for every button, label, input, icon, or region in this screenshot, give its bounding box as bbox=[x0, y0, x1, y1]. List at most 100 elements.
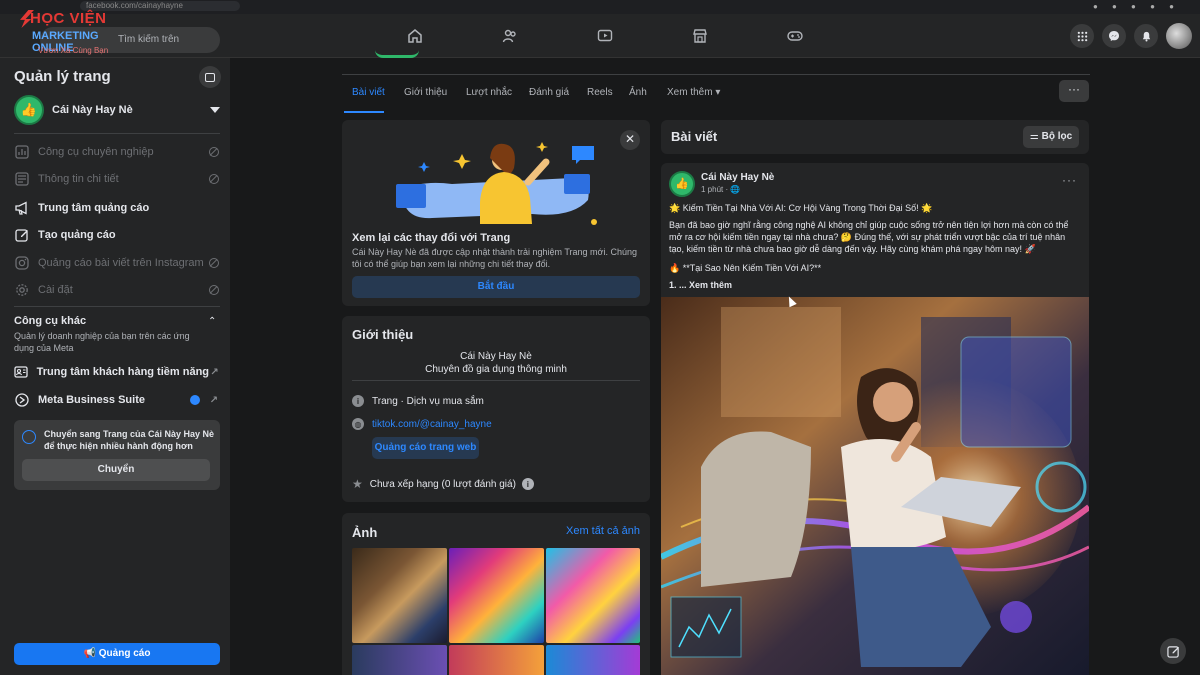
photo-thumbnail[interactable] bbox=[352, 645, 447, 675]
post-author-name[interactable]: Cái Này Hay Nè bbox=[701, 172, 774, 183]
see-all-photos-link[interactable]: Xem tất cả ảnh bbox=[566, 525, 640, 537]
megaphone-icon: 📢 bbox=[83, 648, 96, 659]
intro-page-name: Cái Này Hay Nè bbox=[460, 351, 532, 362]
sidebar-item-ad-center[interactable]: Trung tâm quảng cáo bbox=[14, 198, 220, 218]
other-tools-description: Quản lý doanh nghiệp của bạn trên các ứn… bbox=[14, 331, 190, 353]
tab-reviews[interactable]: Đánh giá bbox=[529, 87, 569, 98]
chevron-up-icon[interactable]: ⌃ bbox=[208, 316, 216, 327]
tab-photos[interactable]: Ảnh bbox=[629, 87, 647, 98]
page-update-card: ✕ Xem lại các thay đổi với Trang Cái Này… bbox=[342, 120, 650, 306]
sidebar-item-leads-center[interactable]: Trung tâm khách hàng tiềm năng ↗ bbox=[14, 362, 220, 382]
sidebar-divider bbox=[14, 133, 220, 134]
sidebar-item-label: Meta Business Suite bbox=[38, 394, 145, 406]
tab-reels[interactable]: Reels bbox=[587, 87, 613, 98]
posts-header: Bài viết ⚌ Bộ lọc bbox=[661, 120, 1089, 154]
sidebar-item-label: Thông tin chi tiết bbox=[38, 173, 119, 185]
sidebar-item-label: Cài đặt bbox=[38, 284, 73, 296]
close-icon[interactable]: ✕ bbox=[620, 130, 640, 150]
rating-text: Chưa xếp hạng (0 lượt đánh giá) bbox=[369, 478, 516, 490]
sidebar-item-create-ad[interactable]: Tạo quảng cáo bbox=[14, 225, 220, 245]
info-icon: i bbox=[352, 395, 364, 407]
compose-icon bbox=[1166, 645, 1179, 658]
locked-icon bbox=[208, 173, 220, 185]
page-name: Cái Này Hay Nè bbox=[52, 104, 133, 116]
notification-dot bbox=[190, 395, 200, 405]
photo-thumbnail[interactable] bbox=[352, 548, 447, 643]
panel-icon bbox=[205, 72, 215, 82]
star-icon: ★ bbox=[352, 477, 363, 491]
see-more-link[interactable]: 1. ... Xem thêm bbox=[669, 279, 1081, 291]
switch-profile-card: Chuyển sang Trang của Cái Này Hay Nè để … bbox=[14, 420, 220, 490]
sidebar-item-insights[interactable]: Thông tin chi tiết bbox=[14, 169, 220, 189]
post-timestamp[interactable]: 1 phút · 🌐 bbox=[701, 185, 740, 194]
locked-icon bbox=[208, 284, 220, 296]
filter-label: Bộ lọc bbox=[1041, 131, 1073, 142]
photos-card: Ảnh Xem tất cả ảnh bbox=[342, 513, 650, 675]
page-more-options-button[interactable]: ··· bbox=[1059, 80, 1089, 102]
info-icon[interactable]: i bbox=[521, 478, 534, 490]
photo-thumbnail[interactable] bbox=[546, 645, 640, 675]
website-link[interactable]: tiktok.com/@cainay_hayne bbox=[372, 419, 492, 430]
promote-website-button[interactable]: Quảng cáo trang web bbox=[372, 437, 479, 459]
filter-button[interactable]: ⚌ Bộ lọc bbox=[1023, 126, 1079, 148]
collapse-sidebar-button[interactable] bbox=[199, 66, 221, 88]
menu-grid-icon[interactable] bbox=[1070, 24, 1094, 48]
intro-tagline: Chuyên đồ gia dụng thông minh bbox=[425, 364, 567, 375]
switch-button[interactable]: Chuyển bbox=[22, 459, 210, 481]
intro-title: Giới thiệu bbox=[352, 327, 414, 342]
tab-about[interactable]: Giới thiệu bbox=[404, 87, 447, 98]
caret-down-icon bbox=[210, 107, 220, 113]
create-ad-button[interactable]: 📢 Quảng cáo bbox=[14, 643, 220, 665]
sidebar-item-meta-business-suite[interactable]: Meta Business Suite ↗ bbox=[14, 390, 220, 410]
sidebar-divider bbox=[14, 306, 220, 307]
page-main-content: Bài viết Giới thiệu Lượt nhắc Đánh giá R… bbox=[230, 55, 1200, 675]
user-switch-icon bbox=[22, 430, 36, 444]
post-options-button[interactable]: ··· bbox=[1062, 173, 1077, 187]
friends-icon[interactable] bbox=[490, 14, 530, 58]
gear-icon bbox=[14, 282, 30, 298]
get-started-button[interactable]: Bắt đầu bbox=[352, 276, 640, 298]
sidebar-item-settings[interactable]: Cài đặt bbox=[14, 280, 220, 300]
locked-icon bbox=[208, 257, 220, 269]
post-headline: 🌟 Kiếm Tiền Tại Nhà Với AI: Cơ Hội Vàng … bbox=[669, 203, 933, 213]
intro-divider bbox=[352, 380, 640, 381]
compose-button[interactable] bbox=[1160, 638, 1186, 664]
external-link-icon: ↗ bbox=[210, 366, 219, 378]
photo-thumbnail[interactable] bbox=[449, 645, 544, 675]
update-card-description: Cái Này Hay Nè đã được cập nhật thành tr… bbox=[352, 247, 637, 269]
bell-icon[interactable] bbox=[1134, 24, 1158, 48]
photo-thumbnail[interactable] bbox=[449, 548, 544, 643]
video-icon[interactable] bbox=[585, 14, 625, 58]
page-switcher[interactable]: 👍 Cái Này Hay Nè bbox=[14, 94, 220, 126]
watermark-brand: HỌC VIỆN bbox=[30, 10, 107, 27]
marketplace-icon[interactable] bbox=[680, 14, 720, 58]
sidebar-item-label: Công cụ chuyên nghiệp bbox=[38, 146, 154, 158]
post-author-avatar[interactable]: 👍 bbox=[669, 171, 695, 197]
photo-thumbnail[interactable] bbox=[546, 548, 640, 643]
switch-profile-text: Chuyển sang Trang của Cái Này Hay Nè để … bbox=[44, 429, 215, 451]
sidebar-item-label: Quảng cáo bài viết trên Instagram bbox=[38, 257, 204, 269]
external-link-icon: ↗ bbox=[209, 394, 219, 406]
other-tools-heading: Công cụ khác bbox=[14, 315, 87, 327]
post-image[interactable] bbox=[661, 297, 1089, 675]
sidebar-item-label: Tạo quảng cáo bbox=[38, 229, 116, 241]
edit-icon bbox=[14, 227, 30, 243]
nav-right-actions bbox=[1070, 14, 1192, 58]
tab-see-more[interactable]: Xem thêm ▾ bbox=[667, 87, 720, 98]
gaming-icon[interactable] bbox=[775, 14, 815, 58]
account-avatar[interactable] bbox=[1166, 23, 1192, 49]
messenger-icon[interactable] bbox=[1102, 24, 1126, 48]
sidebar-item-label: Trung tâm khách hàng tiềm năng bbox=[36, 366, 210, 378]
tab-posts[interactable]: Bài viết bbox=[352, 87, 385, 98]
dashboard-icon bbox=[14, 144, 30, 160]
contact-card-icon bbox=[14, 364, 29, 380]
posts-title: Bài viết bbox=[671, 129, 718, 144]
sidebar-item-instagram-ads[interactable]: Quảng cáo bài viết trên Instagram bbox=[14, 253, 220, 273]
watermark-logo: HỌC VIỆN MARKETING ONLINE Vươn Xa Cùng B… bbox=[20, 10, 140, 60]
tab-mentions[interactable]: Lượt nhắc bbox=[466, 87, 512, 98]
sidebar-item-professional-tools[interactable]: Công cụ chuyên nghiệp bbox=[14, 142, 220, 162]
intro-website-row: ◍ tiktok.com/@cainay_hayne bbox=[352, 418, 492, 430]
active-tab-indicator bbox=[344, 111, 384, 113]
browser-toolbar: facebook.com/cainayhayne ● ● ● ● ● bbox=[0, 0, 1200, 14]
insights-icon bbox=[14, 171, 30, 187]
